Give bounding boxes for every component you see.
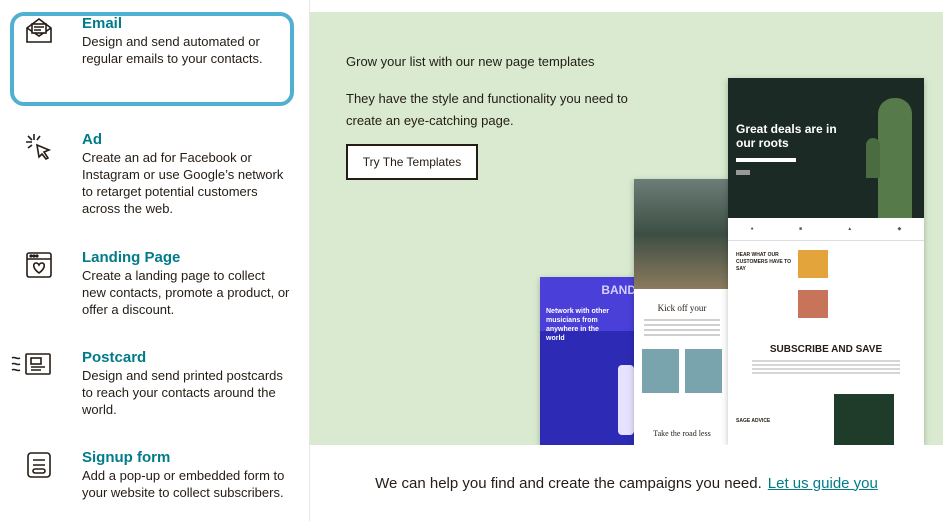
email-input-mock xyxy=(736,158,796,162)
body-lines xyxy=(644,319,720,337)
postcard-icon xyxy=(10,350,54,380)
guide-footer: We can help you find and create the camp… xyxy=(310,445,943,521)
band-logo: BAND xyxy=(601,283,636,297)
band-text: Network with other musicians from anywhe… xyxy=(546,308,610,342)
option-email[interactable]: Email Design and send automated or regul… xyxy=(10,12,294,106)
option-description: Create an ad for Facebook or Instagram o… xyxy=(82,150,284,216)
sage-heading: SAGE ADVICE xyxy=(736,418,771,424)
plant-image xyxy=(834,394,894,445)
hiking-template-preview: Kick off your Take the road less xyxy=(634,179,730,445)
email-icon xyxy=(24,16,54,46)
option-ad[interactable]: Ad Create an ad for Facebook or Instagra… xyxy=(10,128,294,220)
thumbnails xyxy=(642,349,722,393)
option-description: Create a landing page to collect new con… xyxy=(82,268,290,317)
signup-form-icon xyxy=(24,450,54,480)
hiker-photo xyxy=(634,179,730,289)
option-description: Design and send automated or regular ema… xyxy=(82,34,263,66)
phone-image xyxy=(618,365,634,435)
templates-banner: Grow your list with our new page templat… xyxy=(310,12,943,445)
option-title: Email xyxy=(82,15,123,32)
customer-photo xyxy=(798,290,828,318)
testimonials-heading: HEAR WHAT OUR CUSTOMERS HAVE TO SAY xyxy=(736,252,792,272)
logo-strip: ● ■ ▲ ◆ xyxy=(728,218,924,241)
customer-photo xyxy=(798,250,828,278)
option-title: Landing Page xyxy=(82,249,181,266)
option-title: Signup form xyxy=(82,449,171,466)
submit-mock xyxy=(736,170,750,175)
band-template-preview: BAND Network with other musicians from a… xyxy=(540,277,640,445)
option-title: Postcard xyxy=(82,349,147,366)
try-templates-button[interactable]: Try The Templates xyxy=(346,144,478,180)
footer-text: We can help you find and create the camp… xyxy=(375,474,762,492)
great-deals-heading: Great deals are in our roots xyxy=(736,122,837,150)
option-description: Design and send printed postcards to rea… xyxy=(82,368,283,417)
road-heading: Take the road less xyxy=(653,429,711,438)
option-signup-form[interactable]: Signup form Add a pop-up or embedded for… xyxy=(10,446,294,522)
cactus-image xyxy=(878,98,912,218)
subscribe-lines xyxy=(752,360,900,374)
option-title: Ad xyxy=(82,131,102,148)
option-description: Add a pop-up or embedded form to your we… xyxy=(82,468,285,500)
cursor-click-icon xyxy=(24,132,54,162)
banner-heading: Grow your list with our new page templat… xyxy=(346,54,595,69)
cactus-template-preview: Great deals are in our roots ● ■ ▲ ◆ HEAR W… xyxy=(728,78,924,445)
kick-off-heading: Kick off your xyxy=(657,303,707,313)
cactus-hero: Great deals are in our roots xyxy=(728,78,924,218)
banner-subtext: They have the style and functionality yo… xyxy=(346,91,628,128)
option-postcard[interactable]: Postcard Design and send printed postcar… xyxy=(10,346,294,422)
subscribe-heading: SUBSCRIBE AND SAVE xyxy=(769,344,883,355)
campaign-options-list: Email Design and send automated or regul… xyxy=(0,0,300,521)
option-landing-page[interactable]: Landing Page Create a landing page to co… xyxy=(10,246,294,322)
cactus-image xyxy=(866,138,880,178)
guide-link[interactable]: Let us guide you xyxy=(768,475,878,492)
landing-page-icon xyxy=(24,250,54,280)
